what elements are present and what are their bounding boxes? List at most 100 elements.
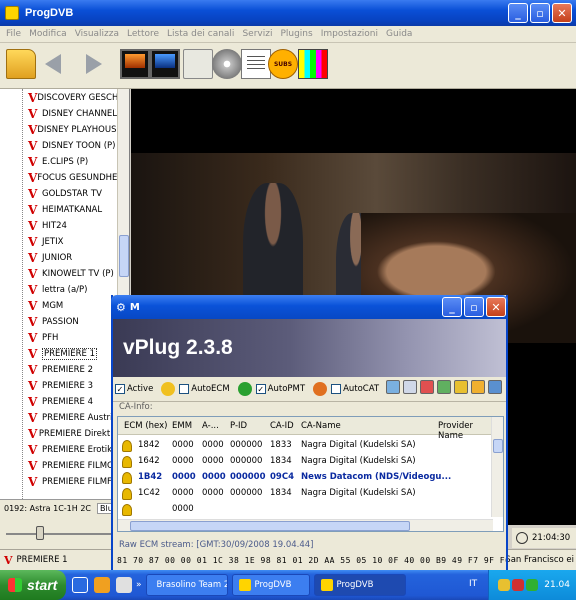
media-icon[interactable] [94,577,110,593]
menu-plugins[interactable]: Plugins [276,29,316,39]
ca-table-row[interactable]: 1842 0000 0000 000000 1833 Nagra Digital (Kud… [118,437,493,453]
channel-item[interactable]: Vlettra (a/P) [0,282,118,298]
ca-table[interactable]: ECM (hex) EMM A-... P-ID CA-ID CA-Name P… [117,416,504,532]
color-bars-icon[interactable] [298,49,328,79]
ca-cell: 1834 [270,488,292,498]
key-icon[interactable] [454,380,468,394]
minimize-button[interactable]: _ [508,3,528,23]
channel-item[interactable]: V DISNEY CHANNEL [0,106,118,122]
channel-name: PREMIERE FILMCL [42,461,118,471]
channel-item[interactable]: V GOLDSTAR TV [0,186,118,202]
task-brasolino[interactable]: Brasolino Team 20... [145,574,228,596]
task-progdvb-1[interactable]: ProgDVB [231,574,310,596]
ca-table-row[interactable]: 1C42 0000 0000 000000 1834 Nagra Digital (Kud… [118,485,493,501]
autocat-checkbox[interactable] [331,384,342,394]
channel-item[interactable]: V JETIX [0,234,118,250]
ca-table-row[interactable]: 0000 [118,501,493,517]
channel-item[interactable]: V DISNEY PLAYHOUSE [0,122,122,138]
channel-mark-icon: V [4,553,13,567]
active-checkbox[interactable]: ✓ [115,384,125,394]
channel-item[interactable]: V JUNIOR [0,250,118,266]
channel-item[interactable]: V PREMIERE FILMCL [0,458,118,474]
edit-icon[interactable] [420,380,434,394]
record-disc-icon[interactable] [212,49,242,79]
tray-icon[interactable] [498,579,511,591]
monitor-orange-icon[interactable] [120,49,150,79]
col-pid[interactable]: P-ID [230,421,247,431]
channel-name: JETIX [42,237,64,247]
forward-arrow-icon[interactable] [78,49,108,79]
channel-item[interactable]: V E.CLIPS (P) [0,154,118,170]
channel-item[interactable]: V FOCUS GESUNDHEI [0,170,120,186]
channel-item[interactable]: V HIT24 [0,218,118,234]
network-icon[interactable] [403,380,417,394]
channel-item[interactable]: V PREMIERE FILMFE [0,474,118,490]
menu-settings[interactable]: Impostazioni [317,29,382,39]
info-icon[interactable] [488,380,502,394]
start-button[interactable]: start [0,570,66,600]
subtitles-icon[interactable]: SUBS [268,49,298,79]
menu-player[interactable]: Lettore [123,29,163,39]
channel-item[interactable]: V PREMIERE Austria [0,410,118,426]
dialog-maximize-button[interactable]: ▫ [464,297,484,317]
channel-item[interactable]: V PREMIERE Erotik I [0,442,118,458]
channel-item[interactable]: V PREMIERE 1 [0,346,118,362]
channel-item[interactable]: V PFH [0,330,118,346]
channel-item[interactable]: V KINOWELT TV (P) [0,266,118,282]
channel-item[interactable]: V PREMIERE 2 [0,362,118,378]
ca-table-vscrollbar[interactable] [491,417,503,517]
menu-help[interactable]: Guida [382,29,416,39]
channel-item[interactable]: V HEIMATKANAL [0,202,118,218]
channel-item[interactable]: V PASSION [0,314,118,330]
col-ecm[interactable]: ECM (hex) [124,421,167,431]
ca-table-row[interactable]: 1642 0000 0000 000000 1834 Nagra Digital (Kud… [118,453,493,469]
back-arrow-icon[interactable] [41,49,71,79]
close-button[interactable]: ✕ [552,3,572,23]
folder-icon[interactable] [471,380,485,394]
dialog-titlebar[interactable]: ⚙ M _ ▫ ✕ [111,295,508,319]
menu-file[interactable]: File [2,29,25,39]
open-folder-icon[interactable] [6,49,36,79]
dialog-minimize-button[interactable]: _ [442,297,462,317]
col-a[interactable]: A-... [202,421,219,431]
menu-view[interactable]: Visualizza [71,29,123,39]
channel-mark-icon: V [28,155,38,169]
autopmt-checkbox[interactable]: ✓ [255,384,266,394]
col-caid[interactable]: CA-ID [270,421,294,431]
ie-icon[interactable] [72,577,88,593]
vplug-dialog[interactable]: ⚙ M _ ▫ ✕ vPlug 2.3.8 ✓ Active AutoECM ✓… [111,295,508,571]
show-desktop-icon[interactable] [116,577,132,593]
channel-item[interactable]: V MGM [0,298,118,314]
menu-edit[interactable]: Modifica [25,29,71,39]
tray-icon[interactable] [512,579,525,591]
channel-item[interactable]: V DISCOVERY GESCHI [0,90,121,106]
channel-item[interactable]: V PREMIERE 3 [0,378,118,394]
settings-icon[interactable] [386,380,400,394]
task-progdvb-2[interactable]: ProgDVB [313,574,406,596]
epg-document-icon[interactable] [241,49,271,79]
menu-channel-list[interactable]: Lista dei canali [163,29,238,39]
dialog-close-button[interactable]: ✕ [486,297,506,317]
window-titlebar[interactable]: ProgDVB _ ▫ ✕ [0,0,576,26]
maximize-button[interactable]: ▫ [530,3,550,23]
chevron-icon[interactable]: » [136,580,142,590]
slider-knob[interactable] [36,526,44,540]
monitor-blue-icon[interactable] [150,49,180,79]
scrollbar-thumb[interactable] [493,439,503,453]
ca-table-hscrollbar[interactable] [118,519,493,531]
scan-search-icon[interactable] [183,49,213,79]
autoecm-checkbox[interactable] [179,384,190,394]
scrollbar-thumb[interactable] [130,521,410,531]
ca-table-row[interactable]: 1B42 0000 0000 000000 09C4 News Datacom (NDS/… [118,469,493,485]
menu-services[interactable]: Servizi [238,29,276,39]
channel-item[interactable]: V PREMIERE 4 [0,394,118,410]
scrollbar-thumb[interactable] [119,235,129,277]
tool-icon[interactable] [437,380,451,394]
banner-title: vPlug 2.3.8 [123,336,233,359]
tray-icon[interactable] [526,579,539,591]
channel-item[interactable]: V DISNEY TOON (P) [0,138,118,154]
channel-item[interactable]: V PREMIERE Direkt P [0,426,118,442]
col-emm[interactable]: EMM [172,421,192,431]
language-indicator[interactable]: IT [469,579,477,589]
col-caname[interactable]: CA-Name [301,421,341,431]
